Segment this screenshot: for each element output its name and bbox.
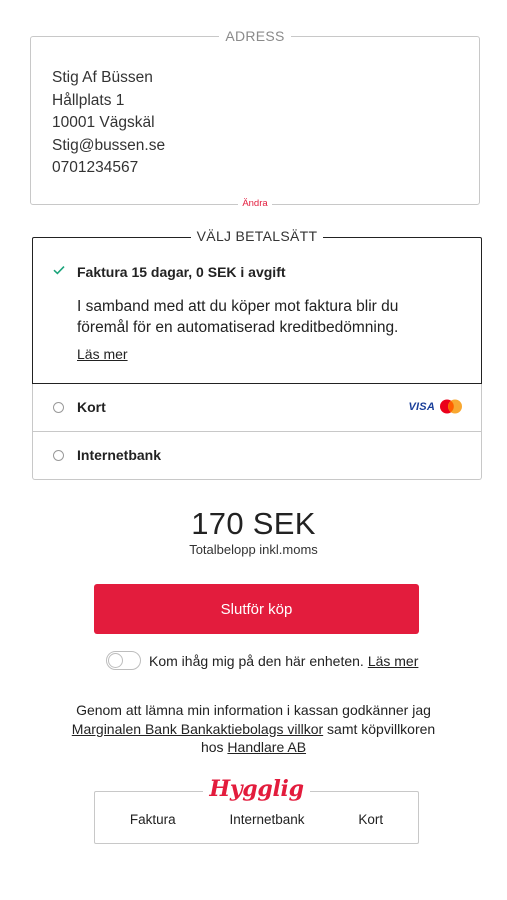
hygglig-method-kort: Kort (358, 812, 384, 827)
toggle-knob (108, 653, 123, 668)
address-street: Hållplats 1 (52, 91, 125, 109)
faktura-read-more-link[interactable]: Läs mer (77, 346, 128, 362)
terms-text: Genom att lämna min information i kassan… (60, 701, 447, 757)
hygglig-method-faktura: Faktura (129, 812, 176, 827)
address-details: Stig Af Büssen Hållplats 1 10001 Vägskäl… (52, 67, 165, 180)
hygglig-box: Hygglig Faktura Internetbank Kort (94, 776, 419, 844)
payment-method-group: VÄLJ BETALSÄTT Faktura 15 dagar, 0 SEK i… (32, 228, 482, 480)
payment-option-internetbank-label: Internetbank (77, 447, 162, 463)
address-legend: ADRESS (31, 28, 479, 44)
terms-prefix: Genom att lämna min information i kassan… (76, 702, 431, 718)
hygglig-methods: Faktura Internetbank Kort (95, 812, 418, 827)
address-name: Stig Af Büssen (52, 69, 153, 86)
remember-me-row: Kom ihåg mig på den här enheten. Läs mer (106, 651, 418, 670)
payment-legend: VÄLJ BETALSÄTT (32, 228, 482, 244)
radio-kort[interactable] (53, 402, 64, 413)
bank-terms-link[interactable]: Marginalen Bank Bankaktiebolags villkor (72, 721, 323, 737)
check-icon (53, 266, 65, 275)
payment-option-kort-label: Kort (77, 399, 106, 415)
payment-option-kort[interactable]: Kort VISA (32, 384, 482, 432)
mastercard-icon (440, 399, 462, 414)
remember-me-toggle[interactable] (106, 651, 141, 670)
payment-option-faktura-title: Faktura 15 dagar, 0 SEK i avgift (77, 264, 286, 280)
visa-icon: VISA (408, 400, 435, 413)
payment-option-faktura[interactable]: Faktura 15 dagar, 0 SEK i avgift I samba… (32, 237, 482, 384)
remember-me-label: Kom ihåg mig på den här enheten. (149, 652, 364, 669)
credit-check-notice: I samband med att du köper mot faktura b… (77, 298, 399, 336)
hygglig-logo: Hygglig (95, 776, 418, 802)
address-email: Stig@bussen.se (52, 136, 166, 154)
radio-internetbank[interactable] (53, 450, 64, 461)
hygglig-method-internetbank: Internetbank (229, 812, 305, 827)
address-box: ADRESS Stig Af Büssen Hållplats 1 10001 … (30, 28, 480, 209)
complete-purchase-button[interactable]: Slutför köp (94, 584, 419, 634)
address-phone: 0701234567 (52, 159, 139, 177)
change-address-link[interactable]: Ändra (31, 193, 479, 209)
total-amount: 170 SEK (191, 506, 316, 541)
order-total: 170 SEK Totalbelopp inkl.moms (0, 506, 507, 557)
address-city: 10001 Vägskäl (52, 114, 155, 132)
remember-read-more-link[interactable]: Läs mer (368, 653, 419, 669)
merchant-link[interactable]: Handlare AB (227, 739, 306, 755)
total-label: Totalbelopp inkl.moms (189, 542, 318, 557)
card-logos: VISA (409, 399, 463, 414)
payment-option-internetbank[interactable]: Internetbank (32, 432, 482, 480)
